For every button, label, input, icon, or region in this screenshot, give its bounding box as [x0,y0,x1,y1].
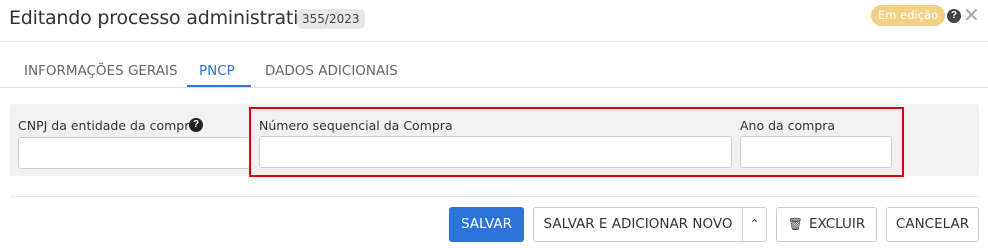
footer-divider [10,196,979,197]
page-title: Editando processo administrativo [9,7,321,29]
active-tab-indicator [187,85,251,87]
tab-bar: INFORMAÇÕES GERAIS PNCP DADOS ADICIONAIS [0,51,988,88]
delete-button[interactable]: 🗑 EXCLUIR [776,207,877,242]
save-button[interactable]: SALVAR [449,207,524,242]
trash-icon: 🗑 [787,217,803,231]
modal-header: Editando processo administrativo 355/202… [0,0,988,42]
close-icon[interactable]: ✕ [963,5,980,25]
delete-button-label: EXCLUIR [808,216,866,232]
process-number-badge: 355/2023 [297,9,365,29]
tab-pncp[interactable]: PNCP [199,63,235,79]
question-circle-icon[interactable]: ? [189,118,203,132]
highlight-box [249,107,904,177]
question-circle-icon[interactable]: ? [947,9,961,23]
tab-dados-adicionais[interactable]: DADOS ADICIONAIS [265,63,398,79]
tab-informacoes-gerais[interactable]: INFORMAÇÕES GERAIS [24,63,178,79]
cnpj-label: CNPJ da entidade da compra [18,118,198,133]
chevron-up-icon[interactable]: ⌃ [742,207,767,242]
status-badge: Em edição [871,5,946,26]
cnpj-input[interactable] [18,137,250,169]
save-and-new-button[interactable]: SALVAR E ADICIONAR NOVO [533,207,743,242]
cancel-button[interactable]: CANCELAR [886,207,979,242]
